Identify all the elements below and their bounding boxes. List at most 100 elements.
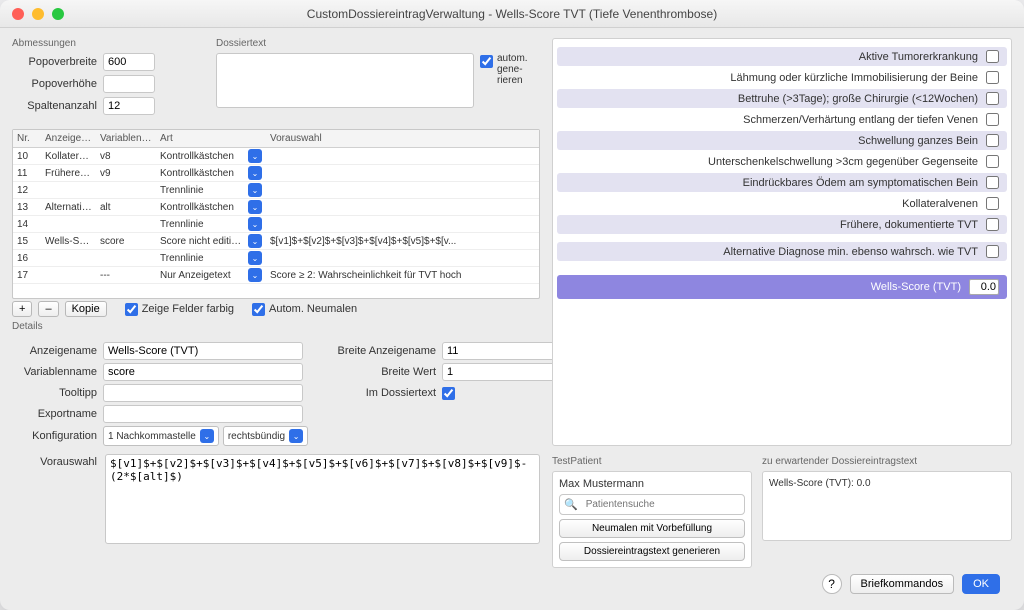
- konfiguration-align-select[interactable]: rechtsbündig ⌄: [223, 426, 308, 446]
- im-dossiertext-checkbox[interactable]: [442, 387, 455, 400]
- preview-item-label: Kollateralvenen: [902, 198, 978, 210]
- table-row[interactable]: 16Trennlinie⌄: [13, 250, 539, 267]
- preview-item-label: Eindrückbares Ödem am symptomatischen Be…: [743, 177, 978, 189]
- traffic-lights: [12, 8, 64, 20]
- cell-variablenname: score: [96, 233, 156, 250]
- chevron-down-icon: ⌄: [200, 429, 214, 443]
- th-nr: Nr.: [13, 130, 41, 147]
- zeige-felder-farbig-checkbox[interactable]: [125, 303, 138, 316]
- table-row[interactable]: 17---Nur Anzeigetext⌄Score ≥ 2: Wahrsche…: [13, 267, 539, 284]
- minimize-icon[interactable]: [32, 8, 44, 20]
- preview-item-label: Schmerzen/Verhärtung entlang der tiefen …: [743, 114, 978, 126]
- preview-item: Unterschenkelschwellung >3cm gegenüber G…: [557, 152, 1007, 171]
- preview-item-checkbox[interactable]: [986, 155, 999, 168]
- abmessungen-section: Abmessungen Popoverbreite Popoverhöhe Sp…: [12, 38, 202, 119]
- table-row[interactable]: 13Alternative...altKontrollkästchen⌄: [13, 199, 539, 216]
- chevron-down-icon: ⌄: [289, 429, 303, 443]
- preview-item-checkbox[interactable]: [986, 113, 999, 126]
- table-body[interactable]: 10Kollateralv...v8Kontrollkästchen⌄11Frü…: [13, 148, 539, 298]
- cell-vorauswahl: [266, 255, 539, 261]
- cell-anzeigename: [41, 187, 96, 193]
- autom-neumalen-checkbox[interactable]: [252, 303, 265, 316]
- table-controls: + – Kopie Zeige Felder farbig Autom. Neu…: [12, 301, 540, 317]
- fullscreen-icon[interactable]: [52, 8, 64, 20]
- cell-nr: 12: [13, 182, 41, 199]
- tooltipp-label: Tooltipp: [12, 387, 97, 399]
- preview-score-value[interactable]: [969, 279, 999, 295]
- preview-item-checkbox[interactable]: [986, 92, 999, 105]
- briefkommandos-button[interactable]: Briefkommandos: [850, 574, 955, 594]
- popoverhoehe-label: Popoverhöhe: [12, 78, 97, 90]
- patient-search[interactable]: 🔍: [559, 494, 745, 515]
- cell-nr: 14: [13, 216, 41, 233]
- cell-nr: 15: [13, 233, 41, 250]
- detail-anzeigename-input[interactable]: [103, 342, 303, 360]
- zeige-felder-farbig-label: Zeige Felder farbig: [142, 303, 234, 315]
- ok-button[interactable]: OK: [962, 574, 1000, 594]
- popoverbreite-label: Popoverbreite: [12, 56, 97, 68]
- preview-item-checkbox[interactable]: [986, 245, 999, 258]
- test-patient-section: TestPatient Max Mustermann 🔍 Neumalen mi…: [552, 456, 1012, 568]
- cell-anzeigename: [41, 272, 96, 278]
- cell-variablenname: [96, 255, 156, 261]
- remove-row-button[interactable]: –: [38, 301, 58, 317]
- cell-variablenname: v9: [96, 165, 156, 182]
- preview-item-checkbox[interactable]: [986, 134, 999, 147]
- window: CustomDossiereintragVerwaltung - Wells-S…: [0, 0, 1024, 610]
- preview-item: Frühere, dokumentierte TVT: [557, 215, 1007, 234]
- spaltenanzahl-input[interactable]: [103, 97, 155, 115]
- cell-variablenname: v8: [96, 148, 156, 165]
- preview-item-label: Unterschenkelschwellung >3cm gegenüber G…: [708, 156, 978, 168]
- details-section: Anzeigename Breite Anzeigename ⌃⌄ Variab…: [12, 342, 540, 544]
- dossiertext-textarea[interactable]: [216, 53, 474, 108]
- preview-item-label: Frühere, dokumentierte TVT: [840, 219, 978, 231]
- breite-wert-label: Breite Wert: [321, 366, 436, 378]
- expected-label: zu erwartender Dossiereintragstext: [762, 456, 1012, 467]
- search-icon: 🔍: [564, 498, 578, 511]
- preview-item-checkbox[interactable]: [986, 218, 999, 231]
- table-row[interactable]: 14Trennlinie⌄: [13, 216, 539, 233]
- vorauswahl-textarea[interactable]: $[v1]$+$[v2]$+$[v3]$+$[v4]$+$[v5]$+$[v6]…: [105, 454, 540, 544]
- close-icon[interactable]: [12, 8, 24, 20]
- chevron-down-icon: ⌄: [248, 166, 262, 180]
- preview-item-checkbox[interactable]: [986, 197, 999, 210]
- popoverhoehe-input[interactable]: [103, 75, 155, 93]
- patient-search-input[interactable]: [582, 497, 740, 512]
- autom-generieren-checkbox[interactable]: [480, 55, 493, 68]
- preview-item: Aktive Tumorerkrankung: [557, 47, 1007, 66]
- cell-anzeigename: Wells-Sco...: [41, 233, 96, 250]
- konfiguration-decimals-select[interactable]: 1 Nachkommastelle ⌄: [103, 426, 219, 446]
- im-dossiertext-label: Im Dossiertext: [321, 387, 436, 399]
- preview-item: Kollateralvenen: [557, 194, 1007, 213]
- tooltipp-input[interactable]: [103, 384, 303, 402]
- popoverbreite-input[interactable]: [103, 53, 155, 71]
- breite-anzeigename-label: Breite Anzeigename: [321, 345, 436, 357]
- help-button[interactable]: ?: [822, 574, 842, 594]
- preview-item-label: Lähmung oder kürzliche Immobilisierung d…: [730, 72, 978, 84]
- table-row[interactable]: 15Wells-Sco...scoreScore nicht editierba…: [13, 233, 539, 250]
- content: Abmessungen Popoverbreite Popoverhöhe Sp…: [0, 28, 1024, 610]
- add-row-button[interactable]: +: [12, 301, 32, 317]
- table-row[interactable]: 12Trennlinie⌄: [13, 182, 539, 199]
- spaltenanzahl-label: Spaltenanzahl: [12, 100, 97, 112]
- table-row[interactable]: 11Frühere, d...v9Kontrollkästchen⌄: [13, 165, 539, 182]
- neumalen-button[interactable]: Neumalen mit Vorbefüllung: [559, 519, 745, 538]
- generieren-button[interactable]: Dossiereintragstext generieren: [559, 542, 745, 561]
- cell-variablenname: ---: [96, 267, 156, 284]
- preview-item-checkbox[interactable]: [986, 71, 999, 84]
- copy-row-button[interactable]: Kopie: [65, 301, 107, 317]
- preview-item-checkbox[interactable]: [986, 50, 999, 63]
- th-vorauswahl: Vorauswahl: [266, 130, 539, 147]
- preview-item-checkbox[interactable]: [986, 176, 999, 189]
- chevron-down-icon: ⌄: [248, 183, 262, 197]
- table-row[interactable]: 10Kollateralv...v8Kontrollkästchen⌄: [13, 148, 539, 165]
- fields-table: Nr. Anzeigename Variablenname Art Voraus…: [12, 129, 540, 299]
- cell-art[interactable]: Nur Anzeigetext⌄: [156, 265, 266, 285]
- exportname-input[interactable]: [103, 405, 303, 423]
- detail-variablenname-input[interactable]: [103, 363, 303, 381]
- preview-list: Aktive Tumorerkrankung Lähmung oder kürzl…: [552, 38, 1012, 446]
- footer: ? Briefkommandos OK: [552, 568, 1012, 600]
- cell-anzeigename: [41, 255, 96, 261]
- preview-item: Lähmung oder kürzliche Immobilisierung d…: [557, 68, 1007, 87]
- chevron-down-icon: ⌄: [248, 217, 262, 231]
